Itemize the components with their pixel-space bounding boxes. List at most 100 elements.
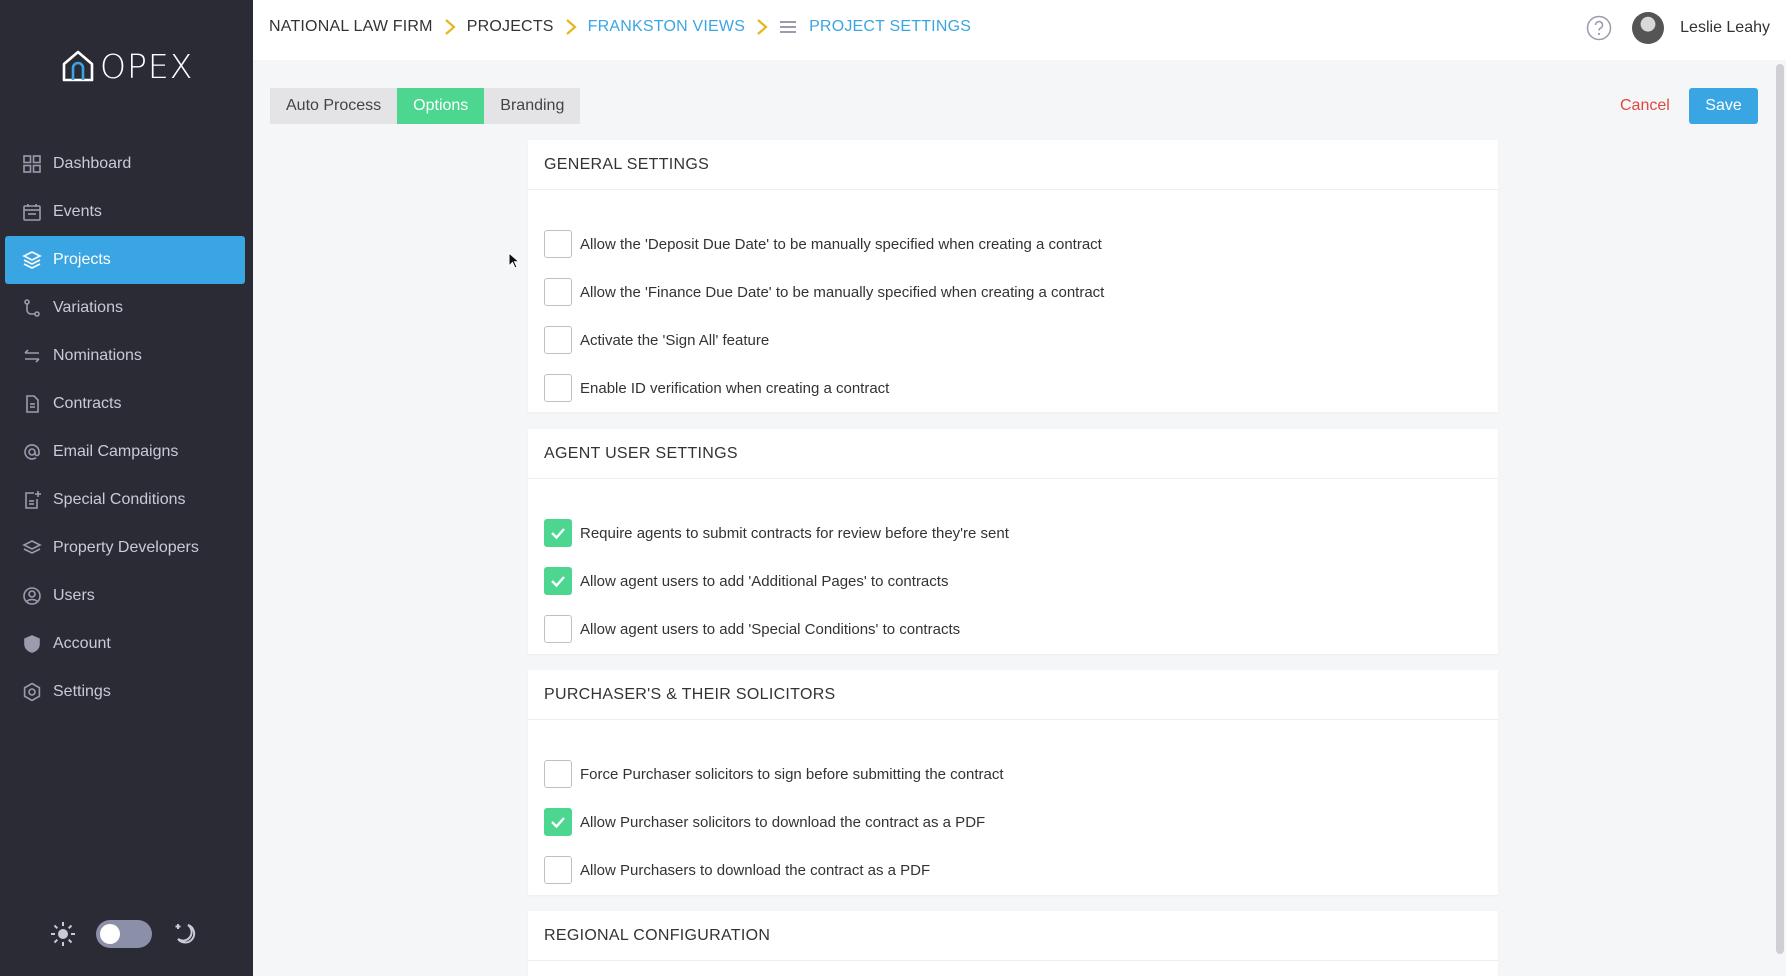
section-title: PURCHASER'S & THEIR SOLICITORS <box>528 670 1498 720</box>
tab-branding[interactable]: Branding <box>484 88 581 124</box>
option-label: Allow Purchaser solicitors to download t… <box>580 813 986 831</box>
option-label: Allow agent users to add 'Additional Pag… <box>580 572 949 590</box>
sidebar-item-nominations[interactable]: Nominations <box>5 332 245 380</box>
at-icon <box>22 442 42 462</box>
sidebar-item-dashboard[interactable]: Dashboard <box>5 140 245 188</box>
check-icon <box>551 817 565 829</box>
option-row: Require agents to submit contracts for r… <box>544 509 1482 557</box>
sidebar-item-label: Property Developers <box>53 539 199 556</box>
logo-text: OPEX <box>100 46 194 86</box>
mouse-cursor-icon <box>508 252 520 269</box>
checkbox-checked[interactable] <box>544 808 572 836</box>
sidebar-item-label: Users <box>53 587 95 604</box>
settings-tabs: Auto Process Options Branding <box>270 88 581 124</box>
chevron-right-icon <box>444 19 456 35</box>
checkbox[interactable] <box>544 278 572 306</box>
sidebar-item-label: Nominations <box>53 347 142 364</box>
cancel-button[interactable]: Cancel <box>1620 88 1670 124</box>
shield-icon <box>22 634 42 654</box>
user-name[interactable]: Leslie Leahy <box>1680 19 1770 37</box>
sidebar-item-settings[interactable]: Settings <box>5 668 245 716</box>
theme-toggle[interactable] <box>96 920 152 948</box>
user-area: Leslie Leahy <box>1586 12 1786 44</box>
chevron-right-icon <box>757 19 768 35</box>
help-icon[interactable] <box>1586 15 1612 41</box>
checkbox[interactable] <box>544 760 572 788</box>
avatar[interactable] <box>1632 12 1665 44</box>
calendar-icon <box>22 202 42 222</box>
breadcrumb-firm[interactable]: NATIONAL LAW FIRM <box>269 18 433 36</box>
layers-icon <box>22 250 42 270</box>
scrollbar[interactable] <box>1776 64 1784 954</box>
option-label: Allow the 'Deposit Due Date' to be manua… <box>580 235 1102 253</box>
check-icon <box>551 528 565 540</box>
sidebar-item-property-developers[interactable]: Property Developers <box>5 524 245 572</box>
option-label: Activate the 'Sign All' feature <box>580 331 770 349</box>
option-label: Allow the 'Finance Due Date' to be manua… <box>580 283 1105 301</box>
option-label: Allow agent users to add 'Special Condit… <box>580 620 961 638</box>
document-icon <box>22 394 42 414</box>
checkbox[interactable] <box>544 856 572 884</box>
sidebar-item-projects[interactable]: Projects <box>5 236 245 284</box>
chevron-right-icon <box>565 19 577 35</box>
stack-icon <box>22 538 42 558</box>
house-logo-icon <box>62 50 94 82</box>
option-row: Allow the 'Finance Due Date' to be manua… <box>544 268 1482 316</box>
theme-toggle-knob <box>100 924 120 944</box>
checkbox[interactable] <box>544 615 572 643</box>
sidebar-item-label: Account <box>53 635 111 652</box>
app-logo[interactable]: OPEX <box>58 46 193 86</box>
option-row: Activate the 'Sign All' feature <box>544 316 1482 364</box>
tab-options[interactable]: Options <box>397 88 485 124</box>
option-label: Require agents to submit contracts for r… <box>580 524 1009 542</box>
branch-icon <box>22 298 42 318</box>
sidebar-item-users[interactable]: Users <box>5 572 245 620</box>
sidebar-item-label: Contracts <box>53 395 122 412</box>
option-label: Enable ID verification when creating a c… <box>580 379 890 397</box>
agent-user-settings-card: AGENT USER SETTINGS Require agents to su… <box>528 429 1498 654</box>
option-row: Allow Purchaser solicitors to download t… <box>544 798 1482 846</box>
option-row: Allow agent users to add 'Special Condit… <box>544 605 1482 653</box>
sidebar-item-label: Dashboard <box>53 155 132 172</box>
sidebar-item-variations[interactable]: Variations <box>5 284 245 332</box>
purchasers-card: PURCHASER'S & THEIR SOLICITORS Force Pur… <box>528 670 1498 895</box>
breadcrumb-projects[interactable]: PROJECTS <box>467 18 554 36</box>
sidebar-item-special-conditions[interactable]: Special Conditions <box>5 476 245 524</box>
tab-auto-process[interactable]: Auto Process <box>270 88 398 124</box>
check-icon <box>551 576 565 588</box>
sidebar-item-label: Projects <box>53 251 111 268</box>
sidebar: OPEX Dashboard Events Projects Variation… <box>0 0 253 976</box>
document-plus-icon <box>22 490 42 510</box>
sidebar-item-label: Email Campaigns <box>53 443 179 460</box>
theme-switch <box>50 920 198 948</box>
sidebar-nav: Dashboard Events Projects Variations Nom… <box>5 140 245 716</box>
checkbox[interactable] <box>544 326 572 354</box>
menu-icon[interactable] <box>779 19 797 35</box>
sidebar-item-account[interactable]: Account <box>5 620 245 668</box>
checkbox-checked[interactable] <box>544 567 572 595</box>
general-settings-card: GENERAL SETTINGS Allow the 'Deposit Due … <box>528 140 1498 412</box>
option-row: Allow the 'Deposit Due Date' to be manua… <box>544 220 1482 268</box>
sidebar-item-label: Variations <box>53 299 123 316</box>
sidebar-item-contracts[interactable]: Contracts <box>5 380 245 428</box>
regional-configuration-card: REGIONAL CONFIGURATION <box>528 911 1498 976</box>
option-row: Allow Purchasers to download the contrac… <box>544 846 1482 894</box>
breadcrumb: NATIONAL LAW FIRM PROJECTS FRANKSTON VIE… <box>269 18 971 36</box>
save-button[interactable]: Save <box>1689 88 1758 124</box>
dashboard-icon <box>22 154 42 174</box>
top-bar: NATIONAL LAW FIRM PROJECTS FRANKSTON VIE… <box>253 0 1786 60</box>
sidebar-item-email-campaigns[interactable]: Email Campaigns <box>5 428 245 476</box>
sidebar-item-events[interactable]: Events <box>5 188 245 236</box>
moon-icon <box>175 924 196 944</box>
sidebar-item-label: Events <box>53 203 102 220</box>
checkbox[interactable] <box>544 374 572 402</box>
section-title: REGIONAL CONFIGURATION <box>528 911 1498 961</box>
option-label: Force Purchaser solicitors to sign befor… <box>580 765 1004 783</box>
gear-icon <box>22 682 42 702</box>
checkbox-checked[interactable] <box>544 519 572 547</box>
option-row: Force Purchaser solicitors to sign befor… <box>544 750 1482 798</box>
checkbox[interactable] <box>544 230 572 258</box>
option-row: Allow agent users to add 'Additional Pag… <box>544 557 1482 605</box>
sidebar-item-label: Settings <box>53 683 111 700</box>
breadcrumb-project[interactable]: FRANKSTON VIEWS <box>588 18 745 36</box>
